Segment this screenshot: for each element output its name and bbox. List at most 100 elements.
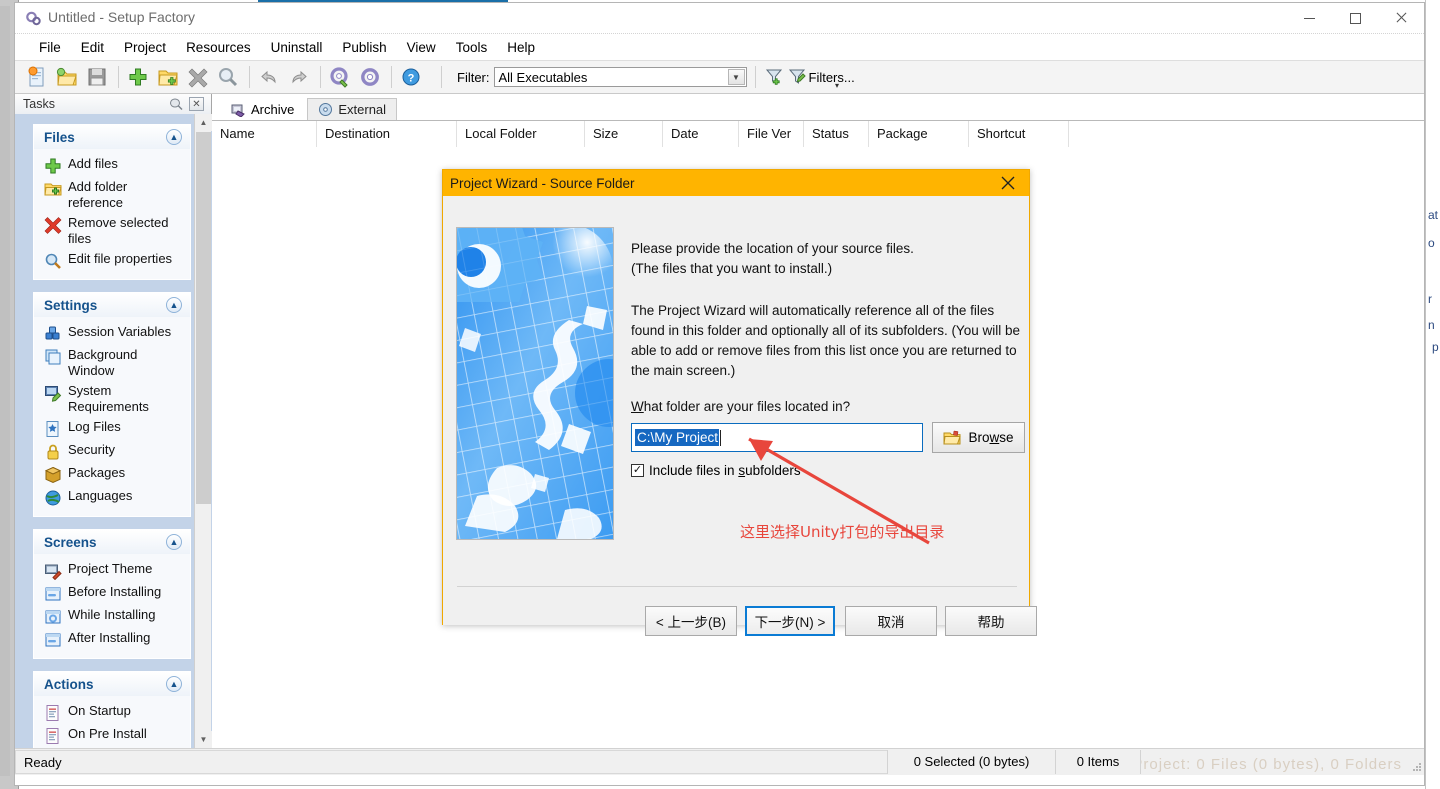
settings-icon[interactable] xyxy=(356,64,384,90)
add-folder-icon[interactable] xyxy=(154,64,182,90)
filter-label: Filter: xyxy=(457,69,490,85)
task-group-header-files[interactable]: Files ▲ xyxy=(34,125,190,149)
script-icon xyxy=(44,704,62,722)
tab-label: Archive xyxy=(251,102,295,117)
task-group-title: Screens xyxy=(44,534,97,550)
maximize-button[interactable] xyxy=(1332,3,1378,33)
chevron-up-icon[interactable]: ▲ xyxy=(166,676,182,692)
scroll-up-button[interactable]: ▲ xyxy=(195,114,212,131)
open-project-icon[interactable] xyxy=(53,64,81,90)
task-background-window[interactable]: Background Window xyxy=(34,345,190,381)
menu-item-uninstall[interactable]: Uninstall xyxy=(261,37,333,58)
checkbox-icon[interactable]: ✓ xyxy=(631,464,644,477)
task-while-installing[interactable]: While Installing xyxy=(34,605,190,628)
minimize-button[interactable] xyxy=(1286,3,1332,33)
task-after-installing[interactable]: After Installing xyxy=(34,628,190,651)
menu-item-edit[interactable]: Edit xyxy=(71,37,114,58)
progress-screen-icon xyxy=(44,608,62,626)
filters-button-label: Filters... xyxy=(808,69,855,85)
save-project-icon[interactable] xyxy=(83,64,111,90)
menu-item-help[interactable]: Help xyxy=(497,37,545,58)
browse-button[interactable]: Browse xyxy=(932,422,1025,453)
build-icon[interactable] xyxy=(326,64,354,90)
filters-button[interactable]: Filters... xyxy=(764,66,855,89)
task-group-title: Files xyxy=(44,129,75,145)
chevron-down-icon[interactable]: ▼ xyxy=(727,69,745,85)
tasks-panel-title: Tasks xyxy=(23,97,55,111)
dialog-close-button[interactable] xyxy=(987,170,1029,196)
task-languages[interactable]: Languages xyxy=(34,486,190,509)
task-group-actions: Actions ▲ On Startup On Pre Install xyxy=(33,671,191,748)
column-header-date[interactable]: Date xyxy=(663,121,739,147)
tab-archive[interactable]: Archive xyxy=(220,98,306,120)
column-header-size[interactable]: Size xyxy=(585,121,663,147)
scroll-down-button[interactable]: ▼ xyxy=(195,731,212,748)
menu-item-view[interactable]: View xyxy=(397,37,446,58)
close-panel-button[interactable]: ✕ xyxy=(189,97,204,111)
task-group-header-screens[interactable]: Screens ▲ xyxy=(34,530,190,554)
task-on-pre-install[interactable]: On Pre Install xyxy=(34,724,190,747)
column-header-destination[interactable]: Destination xyxy=(317,121,457,147)
column-header-name[interactable]: Name xyxy=(212,121,317,147)
column-header-status[interactable]: Status xyxy=(804,121,869,147)
task-group-header-settings[interactable]: Settings ▲ xyxy=(34,293,190,317)
next-button[interactable]: 下一步(N) > xyxy=(745,606,835,636)
add-files-icon[interactable] xyxy=(124,64,152,90)
find-icon[interactable] xyxy=(214,64,242,90)
menu-item-project[interactable]: Project xyxy=(114,37,176,58)
remove-files-icon[interactable] xyxy=(184,64,212,90)
menu-item-file[interactable]: File xyxy=(29,37,71,58)
column-header-local-folder[interactable]: Local Folder xyxy=(457,121,585,147)
pin-icon[interactable] xyxy=(169,97,183,111)
task-add-folder-reference[interactable]: Add folder reference xyxy=(34,177,190,213)
cancel-button[interactable]: 取消 xyxy=(845,606,937,636)
column-header-package[interactable]: Package xyxy=(869,121,969,147)
chevron-up-icon[interactable]: ▲ xyxy=(166,297,182,313)
toolbar-separator xyxy=(391,66,392,88)
help-icon[interactable]: ? xyxy=(397,64,425,90)
task-security[interactable]: Security xyxy=(34,440,190,463)
new-project-icon[interactable] xyxy=(23,64,51,90)
task-system-requirements[interactable]: System Requirements xyxy=(34,381,190,417)
help-button[interactable]: 帮助 xyxy=(945,606,1037,636)
task-group-title: Settings xyxy=(44,297,98,313)
toolbar-overflow-icon[interactable]: ▾ xyxy=(835,81,839,90)
task-log-files[interactable]: Log Files xyxy=(34,417,190,440)
task-label: Before Installing xyxy=(68,584,162,599)
browse-accel: w xyxy=(989,430,1000,445)
task-edit-file-properties[interactable]: Edit file properties xyxy=(34,249,190,272)
undo-icon[interactable] xyxy=(255,64,283,90)
menu-bar: File Edit Project Resources Uninstall Pu… xyxy=(15,33,1424,60)
menu-item-resources[interactable]: Resources xyxy=(176,37,261,58)
task-on-startup[interactable]: On Startup xyxy=(34,701,190,724)
chevron-up-icon[interactable]: ▲ xyxy=(166,534,182,550)
red-x-icon xyxy=(44,216,62,234)
task-group-header-actions[interactable]: Actions ▲ xyxy=(34,672,190,696)
menu-item-publish[interactable]: Publish xyxy=(332,37,396,58)
scrollbar-thumb[interactable] xyxy=(196,132,211,504)
tab-external[interactable]: External xyxy=(307,98,398,120)
task-before-installing[interactable]: Before Installing xyxy=(34,582,190,605)
column-header-shortcut[interactable]: Shortcut xyxy=(969,121,1069,147)
menu-item-tools[interactable]: Tools xyxy=(446,37,498,58)
window-icon xyxy=(44,348,62,366)
tasks-scroll-container: Files ▲ Add files Add folder reference R… xyxy=(15,114,218,748)
status-items: 0 Items xyxy=(1055,750,1140,774)
filter-combobox[interactable]: All Executables ▼ xyxy=(493,67,747,87)
resize-grip-icon[interactable] xyxy=(1408,750,1424,774)
dialog-body: Please provide the location of your sour… xyxy=(443,196,1037,636)
column-header-file-ver[interactable]: File Ver xyxy=(739,121,804,147)
task-remove-selected-files[interactable]: Remove selected files xyxy=(34,213,190,249)
chevron-up-icon[interactable]: ▲ xyxy=(166,129,182,145)
status-selected: 0 Selected (0 bytes) xyxy=(887,750,1055,774)
redo-icon[interactable] xyxy=(285,64,313,90)
tasks-scrollbar[interactable]: ▲ ▼ xyxy=(194,114,212,748)
status-project-text: Project: 0 Files (0 bytes), 0 Folders xyxy=(1140,756,1402,773)
back-button[interactable]: < 上一步(B) xyxy=(645,606,737,636)
task-add-files[interactable]: Add files xyxy=(34,154,190,177)
task-session-variables[interactable]: Session Variables xyxy=(34,322,190,345)
task-project-theme[interactable]: Project Theme xyxy=(34,559,190,582)
task-packages[interactable]: Packages xyxy=(34,463,190,486)
close-window-button[interactable] xyxy=(1378,3,1424,33)
toolbar-separator xyxy=(754,66,756,88)
